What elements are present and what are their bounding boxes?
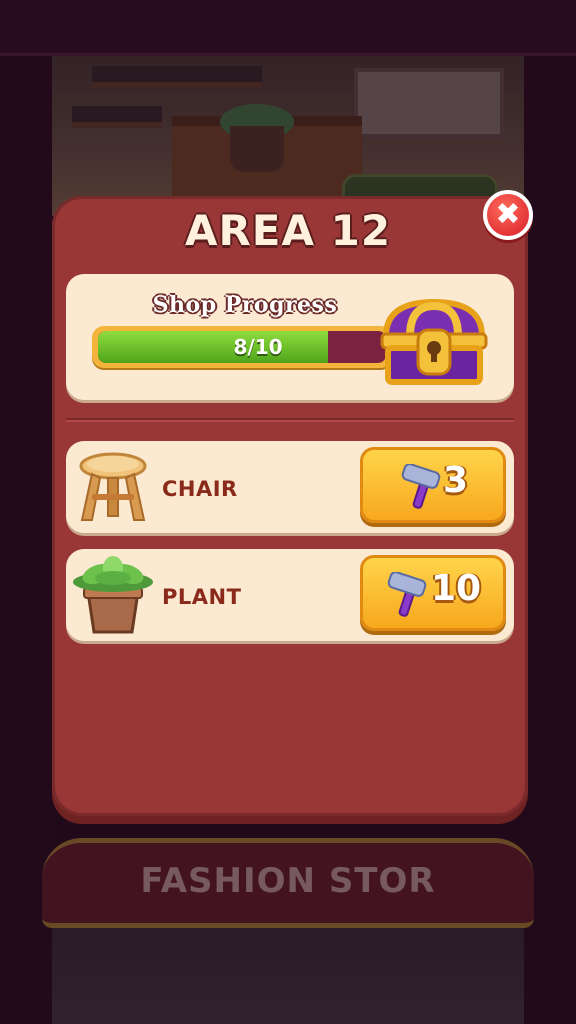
progress-label: Shop Progress bbox=[152, 292, 338, 318]
buy-chair-button[interactable]: 3 bbox=[360, 447, 506, 523]
hammer-icon bbox=[387, 572, 427, 617]
potted-plant-icon bbox=[73, 556, 153, 634]
treasure-chest-icon[interactable] bbox=[372, 296, 496, 386]
divider bbox=[66, 418, 514, 422]
stool-icon bbox=[79, 452, 147, 521]
progress-text: 8/10 bbox=[233, 335, 283, 359]
close-icon: ✖ bbox=[495, 197, 521, 232]
cost-value: 10 bbox=[431, 568, 482, 609]
close-button[interactable]: ✖ bbox=[483, 190, 533, 240]
cost-value: 3 bbox=[443, 460, 469, 501]
item-name-plant: PLANT bbox=[162, 585, 242, 609]
item-name-chair: CHAIR bbox=[162, 477, 238, 501]
hammer-icon bbox=[401, 464, 441, 509]
buy-plant-button[interactable]: 10 bbox=[360, 555, 506, 631]
